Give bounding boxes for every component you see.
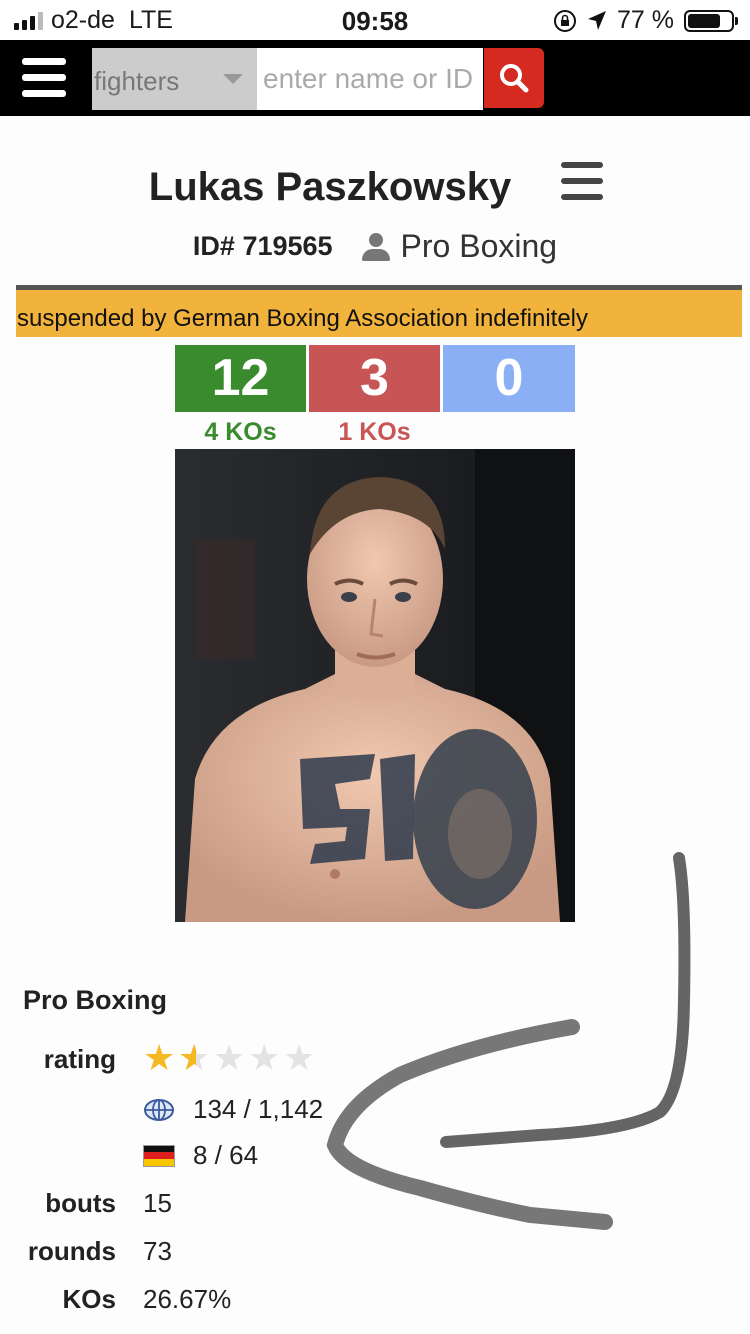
orientation-lock-icon <box>554 9 577 32</box>
search-button[interactable] <box>484 48 544 108</box>
germany-flag-icon <box>143 1144 175 1167</box>
battery-icon <box>684 9 738 32</box>
world-rank-row[interactable]: 134 / 1,142 <box>143 1094 323 1125</box>
suspension-alert-text: suspended by German Boxing Association i… <box>17 305 589 332</box>
star-icon: ★ <box>213 1037 246 1078</box>
kos-label: KOs <box>62 1284 116 1314</box>
country-rank-row[interactable]: 8 / 64 <box>143 1140 258 1171</box>
location-arrow-icon <box>588 10 607 30</box>
search-icon <box>500 64 529 93</box>
record-draws: 0 <box>443 345 575 412</box>
losses-kos: 1 KOs <box>338 418 411 446</box>
hamburger-menu-icon[interactable] <box>22 56 66 100</box>
profile-menu-icon[interactable] <box>561 162 603 204</box>
globe-icon <box>144 1098 174 1121</box>
battery-percent: 77 % <box>617 6 674 34</box>
fighter-photo <box>175 449 575 922</box>
record-losses: 3 <box>309 345 440 412</box>
category-select[interactable]: fighters <box>92 48 257 110</box>
star-icon: ★ <box>143 1037 176 1078</box>
country-rank: 8 / 64 <box>193 1140 259 1170</box>
star-icon: ★ <box>178 1040 213 1077</box>
search-input[interactable] <box>257 48 483 110</box>
star-icon: ★ <box>248 1037 281 1078</box>
category-select-value: fighters <box>94 66 180 96</box>
fighter-subline: ID# 719565 Pro Boxing <box>0 228 750 265</box>
stats-section-title: Pro Boxing <box>23 985 168 1015</box>
top-nav: fighters <box>0 40 750 116</box>
star-icon: ★ <box>283 1037 316 1078</box>
rating-stars: ★ ★ ★ ★ ★ <box>143 1037 318 1078</box>
suspension-alert: suspended by German Boxing Association i… <box>16 285 742 337</box>
fighter-id: ID# 719565 <box>192 231 333 261</box>
rating-label: rating <box>43 1044 116 1074</box>
kos-value: 26.67% <box>143 1284 232 1314</box>
status-right: 77 % <box>553 6 738 35</box>
person-icon <box>361 231 391 263</box>
bouts-label: bouts <box>45 1188 116 1218</box>
record-wins: 12 <box>175 345 306 412</box>
fighter-sport: Pro Boxing <box>400 228 558 264</box>
world-rank: 134 / 1,142 <box>193 1094 324 1124</box>
rounds-label: rounds <box>27 1236 116 1266</box>
wins-kos: 4 KOs <box>204 418 277 446</box>
bouts-value: 15 <box>143 1188 172 1218</box>
rounds-value: 73 <box>143 1236 172 1266</box>
chevron-down-icon <box>223 74 243 84</box>
status-bar: o2-de LTE 09:58 77 % <box>0 0 750 40</box>
